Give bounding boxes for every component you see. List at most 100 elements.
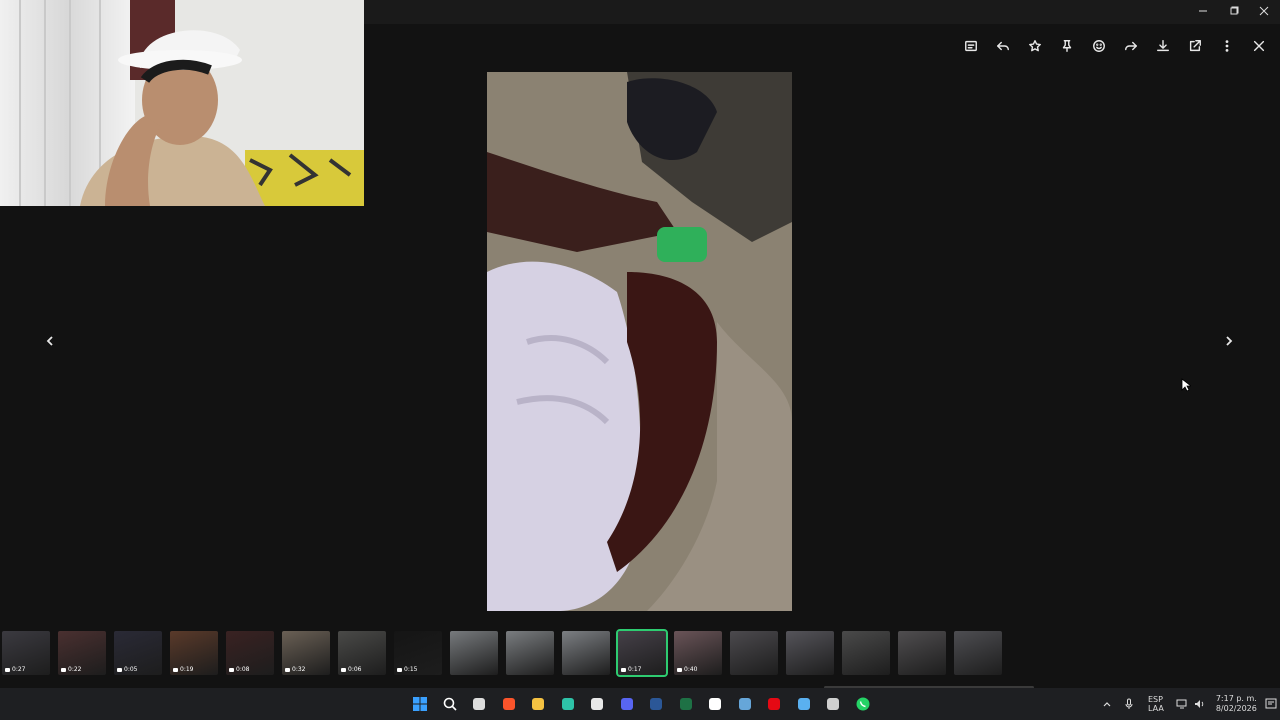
- star-icon: [1029, 40, 1041, 52]
- settings-taskbar-button[interactable]: [823, 694, 843, 714]
- thumbnail[interactable]: [842, 631, 890, 675]
- word-taskbar-button[interactable]: [646, 694, 666, 714]
- word-icon: [650, 698, 662, 710]
- file-explorer-taskbar-button[interactable]: [528, 694, 548, 714]
- video-icon: [677, 667, 682, 672]
- thumbnail-duration: 0:32: [285, 666, 305, 673]
- more-button[interactable]: [1211, 36, 1243, 56]
- video-icon: [397, 667, 402, 672]
- restore-button[interactable]: [1219, 0, 1249, 22]
- thumbnail[interactable]: [562, 631, 610, 675]
- star-button[interactable]: [1019, 36, 1051, 56]
- thumbnail-duration: 0:08: [229, 666, 249, 673]
- file-explorer-icon: [532, 698, 544, 710]
- thumbnail-duration-label: 0:19: [180, 666, 194, 673]
- network-icon[interactable]: [1176, 699, 1188, 709]
- media-preview[interactable]: [487, 72, 792, 611]
- language-top: ESP: [1148, 695, 1163, 704]
- pin-button[interactable]: [1051, 36, 1083, 56]
- download-button[interactable]: [1147, 36, 1179, 56]
- netflix-taskbar-button[interactable]: [764, 694, 784, 714]
- next-button[interactable]: [1218, 330, 1240, 352]
- whatsapp-taskbar-button[interactable]: [853, 694, 873, 714]
- restore-icon: [1230, 6, 1239, 15]
- discord-icon: [620, 698, 633, 710]
- taskbar: [0, 688, 1280, 720]
- volume-icon[interactable]: [1194, 699, 1206, 709]
- photos-icon: [797, 698, 810, 710]
- close-icon: [1253, 40, 1265, 52]
- thumbnail-duration-label: 0:32: [292, 666, 306, 673]
- clock[interactable]: 7:17 p. m. 8/02/2026: [1216, 694, 1257, 714]
- thumbnail[interactable]: [786, 631, 834, 675]
- store-taskbar-button[interactable]: [587, 694, 607, 714]
- window-close-button[interactable]: [1249, 0, 1279, 22]
- tiktok-icon: [709, 698, 721, 710]
- thumbnail-duration-label: 0:22: [68, 666, 82, 673]
- viewer-toolbar: [955, 36, 1275, 56]
- thumbnail[interactable]: 0:22: [58, 631, 106, 675]
- microphone-icon[interactable]: [1124, 698, 1134, 710]
- thumbnail-duration-label: 0:17: [628, 666, 642, 673]
- language-indicator[interactable]: ESP LAA: [1148, 695, 1164, 713]
- discord-taskbar-button[interactable]: [617, 694, 637, 714]
- thumbnail-duration-label: 0:08: [236, 666, 250, 673]
- reply-button[interactable]: [987, 36, 1019, 56]
- windows-start-taskbar-button[interactable]: [410, 694, 430, 714]
- steam-taskbar-button[interactable]: [735, 694, 755, 714]
- thumbnail[interactable]: 0:40: [674, 631, 722, 675]
- forward-icon: [1125, 41, 1137, 51]
- caption-button[interactable]: [955, 36, 987, 56]
- whatsapp-icon: [856, 697, 869, 711]
- video-icon: [229, 667, 234, 672]
- thumbnail[interactable]: 0:05: [114, 631, 162, 675]
- thumbnail-duration-label: 0:15: [404, 666, 418, 673]
- thumbnail-duration-label: 0:40: [684, 666, 698, 673]
- thumbnail-duration: 0:06: [341, 666, 361, 673]
- netflix-icon: [768, 698, 780, 710]
- thumbnail-duration: 0:19: [173, 666, 193, 673]
- video-icon: [341, 667, 346, 672]
- thumbnail[interactable]: [730, 631, 778, 675]
- window-titlebar: [364, 0, 1280, 24]
- mouse-cursor: [1181, 378, 1191, 392]
- edge-taskbar-button[interactable]: [558, 694, 578, 714]
- open-external-button[interactable]: [1179, 36, 1211, 56]
- minimize-icon: [1199, 10, 1207, 12]
- window-close-icon: [1259, 6, 1269, 16]
- thumbnail[interactable]: [954, 631, 1002, 675]
- chevron-left-icon: [46, 336, 53, 346]
- thumbnail[interactable]: 0:19: [170, 631, 218, 675]
- video-icon: [173, 667, 178, 672]
- thumbnail[interactable]: 0:06: [338, 631, 386, 675]
- thumbnail[interactable]: 0:27: [2, 631, 50, 675]
- webcam-overlay: [0, 0, 364, 206]
- photos-taskbar-button[interactable]: [794, 694, 814, 714]
- thumbnail[interactable]: 0:17: [616, 629, 668, 677]
- forward-button[interactable]: [1115, 36, 1147, 56]
- search-icon: [443, 697, 457, 711]
- video-icon: [621, 667, 626, 672]
- thumbnail-duration: 0:17: [621, 666, 641, 673]
- thumbnail[interactable]: [450, 631, 498, 675]
- task-view-taskbar-button[interactable]: [469, 694, 489, 714]
- thumbnail[interactable]: 0:08: [226, 631, 274, 675]
- language-bottom: LAA: [1148, 704, 1164, 713]
- thumbnail[interactable]: 0:32: [282, 631, 330, 675]
- search-taskbar-button[interactable]: [440, 694, 460, 714]
- brave-taskbar-button[interactable]: [499, 694, 519, 714]
- previous-button[interactable]: [39, 330, 61, 352]
- tiktok-taskbar-button[interactable]: [705, 694, 725, 714]
- settings-icon: [827, 698, 839, 710]
- chevron-up-icon[interactable]: [1102, 699, 1112, 709]
- thumbnail-duration-label: 0:05: [124, 666, 138, 673]
- minimize-button[interactable]: [1188, 0, 1218, 22]
- thumbnail[interactable]: [898, 631, 946, 675]
- thumbnail[interactable]: [506, 631, 554, 675]
- clock-time: 7:17 p. m.: [1215, 694, 1257, 703]
- excel-taskbar-button[interactable]: [676, 694, 696, 714]
- notification-icon[interactable]: [1265, 698, 1277, 710]
- thumbnail[interactable]: 0:15: [394, 631, 442, 675]
- react-button[interactable]: [1083, 36, 1115, 56]
- close-viewer-button[interactable]: [1243, 36, 1275, 56]
